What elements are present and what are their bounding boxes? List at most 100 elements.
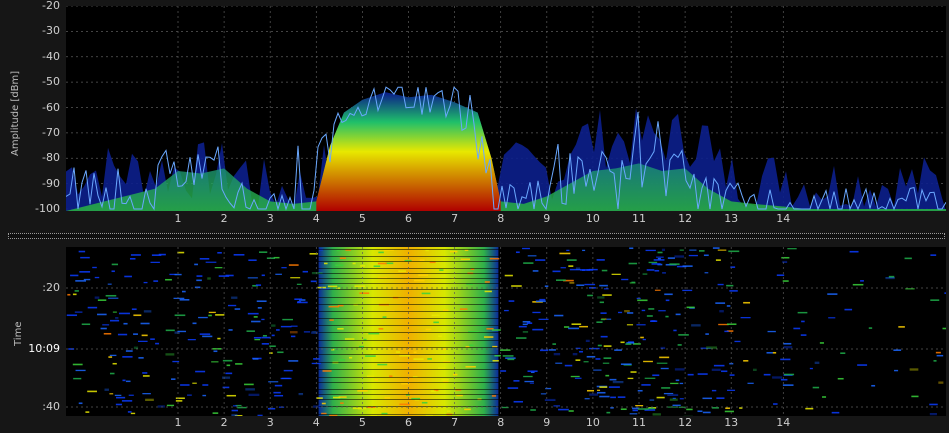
waterfall-pixel: [464, 408, 471, 411]
waterfall-pixel: [131, 308, 137, 311]
waterfall-pixel: [80, 256, 90, 259]
waterfall-pixel: [431, 390, 436, 393]
waterfall-pixel: [123, 322, 128, 325]
waterfall-pixel: [726, 305, 731, 307]
waterfall-pixel: [576, 284, 585, 287]
waterfall-pixel: [202, 335, 213, 338]
waterfall-pixel: [373, 265, 381, 268]
waterfall-pixel: [116, 396, 126, 399]
waterfall-pixel: [554, 314, 564, 317]
waterfall-pixel: [606, 411, 611, 414]
waterfall-pixel: [568, 327, 580, 330]
waterfall-pixel: [702, 397, 712, 400]
waterfall-pixel: [97, 299, 107, 301]
waterfall-pixel: [773, 403, 778, 405]
waterfall-pixel: [513, 380, 520, 382]
waterfall-pixel: [610, 396, 616, 399]
waterfall-pixel: [252, 358, 259, 360]
waterfall-pixel: [552, 270, 561, 273]
waterfall-pixel: [575, 359, 581, 361]
channel-tick-label: 9: [543, 416, 551, 429]
waterfall-pixel: [208, 314, 212, 317]
waterfall-pixel: [235, 363, 243, 365]
scan-line: [66, 347, 946, 348]
waterfall-pixel: [586, 389, 595, 392]
waterfall-pixel: [365, 355, 376, 357]
waterfall-pixel: [489, 257, 500, 260]
waterfall-pixel: [599, 284, 608, 287]
waterfall-pixel: [532, 270, 539, 272]
waterfall-pixel: [274, 384, 283, 387]
waterfall-pixel: [513, 400, 523, 403]
waterfall-pixel: [800, 334, 807, 336]
waterfall-pixel: [797, 311, 808, 314]
waterfall-pixel: [87, 306, 98, 309]
spectrum-plot[interactable]: [66, 6, 946, 211]
scan-line: [66, 382, 946, 383]
waterfall-pixel: [544, 285, 549, 288]
waterfall-pixel: [603, 357, 612, 359]
waterfall-pixel: [675, 379, 680, 382]
waterfall-pixel: [460, 258, 471, 261]
amplitude-tick-label: -100: [35, 202, 60, 215]
waterfall-pixel: [181, 290, 186, 293]
spectrum-chart: [66, 6, 946, 211]
waterfall-pixel: [697, 373, 708, 375]
waterfall-pixel: [165, 329, 175, 332]
waterfall-pixel: [646, 315, 653, 317]
waterfall-pixel: [127, 411, 132, 413]
waterfall-pixel: [421, 292, 431, 295]
waterfall-pixel: [675, 313, 681, 316]
waterfall-pixel: [801, 320, 805, 323]
waterfall-pixel: [425, 328, 432, 331]
waterfall-pixel: [141, 334, 148, 337]
panel-splitter[interactable]: [8, 233, 945, 239]
channel-tick-label: 7: [451, 416, 459, 429]
channel-tick-label: 8: [497, 416, 505, 429]
waterfall-pixel: [340, 402, 344, 404]
channel-tick-label: 8: [497, 212, 505, 225]
waterfall-pixel: [930, 299, 940, 301]
waterfall-pixel: [222, 359, 233, 362]
waterfall-pixel: [196, 275, 203, 277]
waterfall-pixel: [687, 373, 694, 376]
waterfall-pixel: [395, 351, 400, 353]
waterfall-pixel: [441, 378, 449, 381]
waterfall-pixel: [559, 252, 571, 255]
waterfall-pixel: [427, 358, 432, 360]
waterfall-pixel: [716, 397, 725, 399]
waterfall-pixel: [262, 334, 267, 337]
waterfall-pixel: [620, 341, 625, 344]
waterfall-pixel: [568, 265, 574, 267]
scan-line: [66, 278, 946, 279]
channel-tick-label: 6: [405, 212, 412, 225]
waterfall-pixel: [67, 293, 71, 296]
waterfall-pixel: [290, 335, 296, 338]
waterfall-pixel: [310, 280, 317, 283]
waterfall-pixel: [79, 271, 91, 273]
waterfall-plot[interactable]: [66, 247, 946, 416]
waterfall-pixel: [255, 284, 262, 286]
waterfall-pixel: [484, 281, 490, 283]
waterfall-pixel: [294, 298, 303, 301]
scan-line: [66, 297, 946, 298]
waterfall-pixel: [725, 407, 730, 410]
waterfall-pixel: [667, 257, 675, 259]
waterfall-pixel: [721, 370, 728, 373]
waterfall-pixel: [532, 328, 544, 331]
waterfall-pixel: [288, 264, 299, 266]
waterfall-pixel: [564, 364, 573, 367]
waterfall-pixel: [647, 407, 655, 410]
waterfall-pixel: [118, 312, 130, 315]
waterfall-pixel: [508, 300, 515, 302]
waterfall-pixel: [904, 257, 912, 260]
waterfall-pixel: [793, 327, 801, 330]
waterfall-pixel: [231, 409, 238, 412]
amplitude-tick-label: -50: [42, 75, 60, 89]
waterfall-pixel: [930, 254, 937, 256]
waterfall-pixel: [673, 329, 677, 332]
waterfall-pixel: [628, 262, 638, 265]
waterfall-pixel: [641, 384, 651, 386]
waterfall-pixel: [228, 329, 233, 331]
waterfall-pixel: [324, 262, 328, 265]
